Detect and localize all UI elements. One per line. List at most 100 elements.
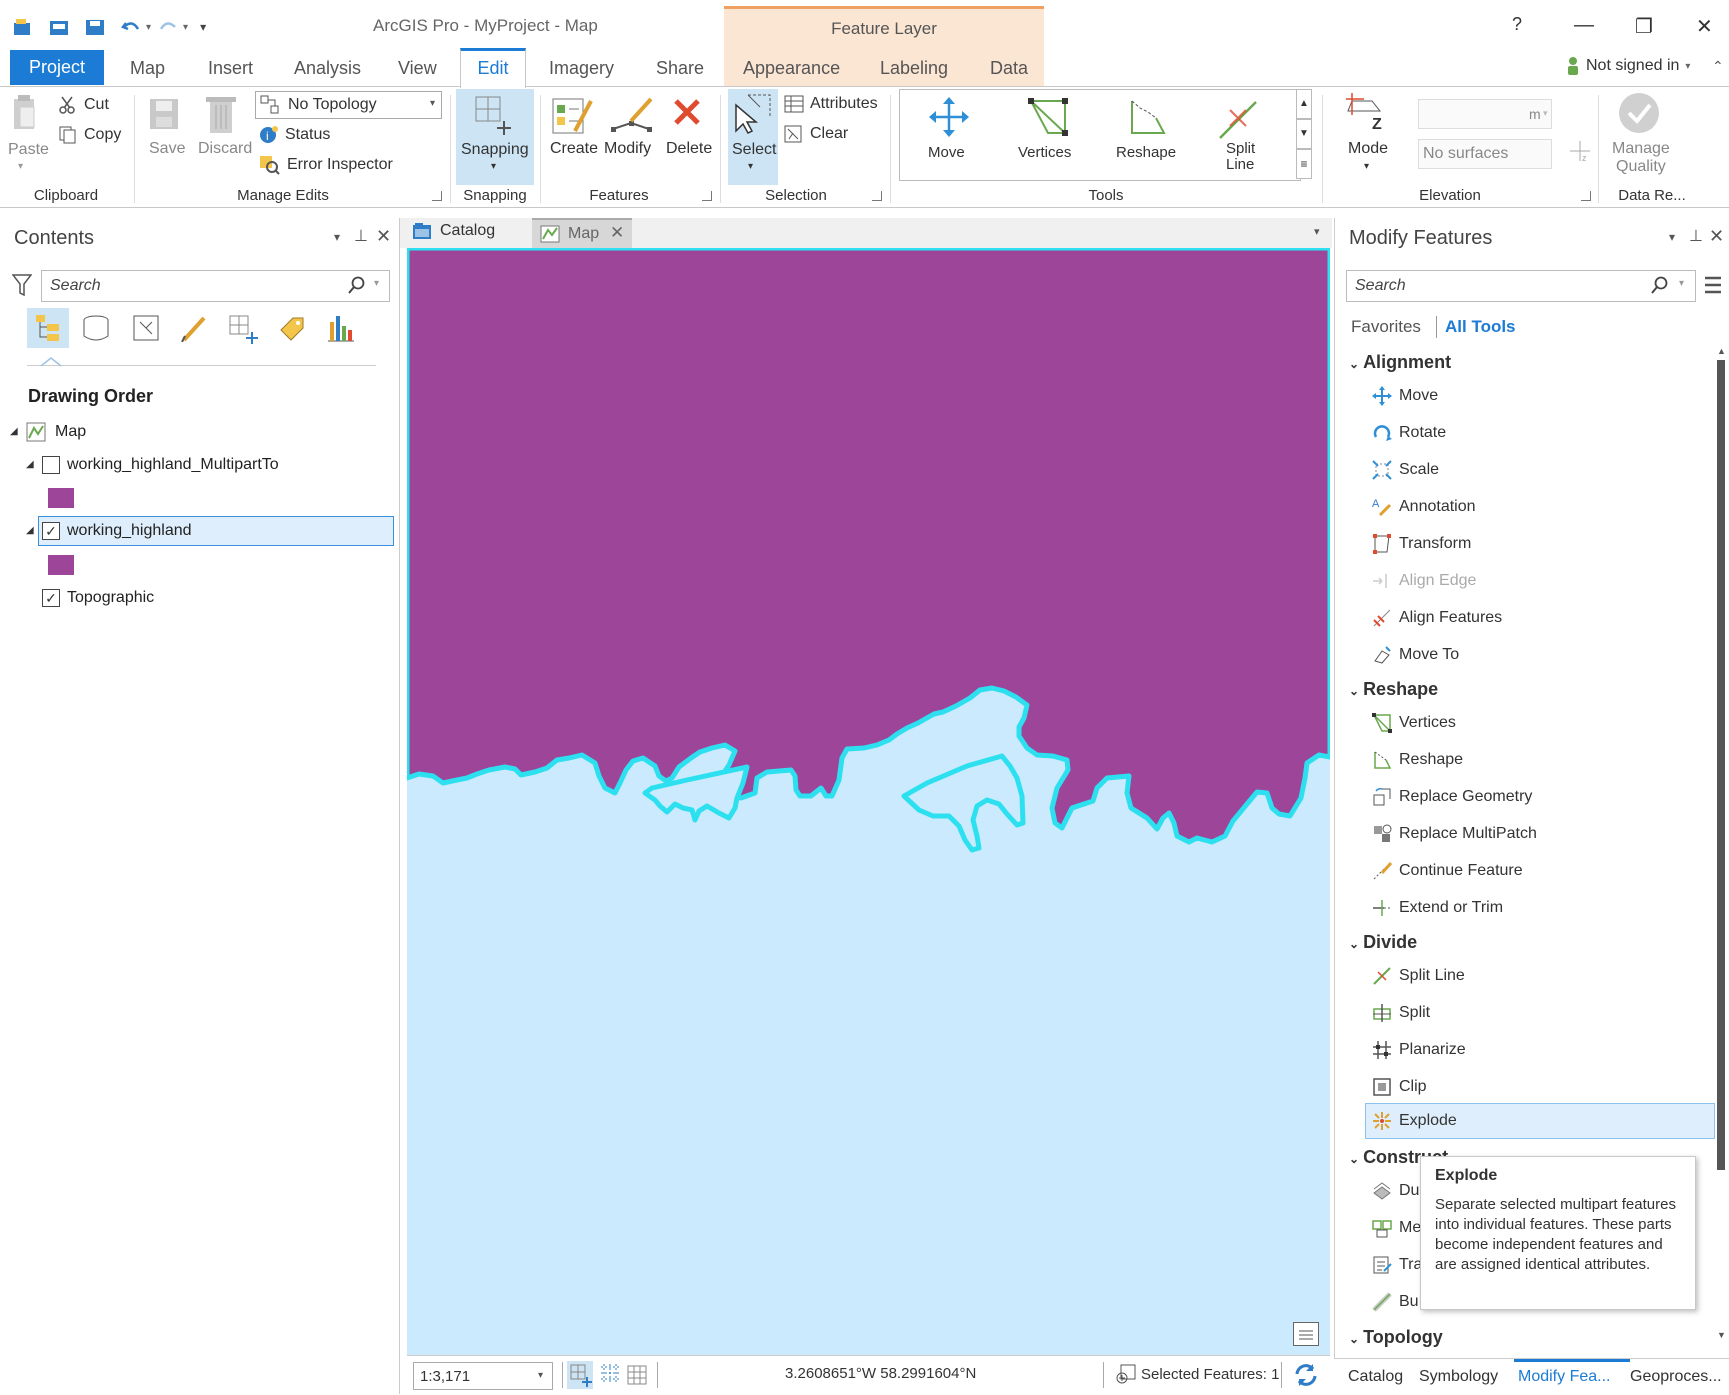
tool-buffer[interactable]: Bu [1371,1287,1419,1317]
tool-merge[interactable]: Me [1371,1213,1421,1243]
tool-duplicate[interactable]: Du [1371,1176,1419,1206]
new-project-icon[interactable] [12,17,34,37]
layer-working-highland-multipartto[interactable]: working_highland_MultipartTo [67,456,279,474]
grid-snap-icon[interactable] [597,1361,623,1389]
pin-icon[interactable]: ⊥ [354,226,368,246]
layer-map[interactable]: Map [55,423,86,441]
cut-button[interactable]: Cut [58,95,109,115]
filter-icon[interactable] [12,274,32,296]
layer-visibility-checkbox[interactable] [42,456,60,474]
tab-analysis[interactable]: Analysis [294,58,361,79]
collapse-ribbon-icon[interactable]: ⌃ [1712,58,1724,75]
map-scale-select[interactable]: 1:3,171 ▾ [413,1362,553,1390]
tool-split-line[interactable]: Split Line [1371,961,1465,991]
snapping-toggle-icon[interactable] [567,1361,593,1389]
discard-edits-icon[interactable] [204,93,238,135]
close-pane-icon[interactable]: ✕ [1709,226,1724,247]
tool-replace-multipatch[interactable]: Replace MultiPatch [1371,819,1537,849]
tool-vertices[interactable]: Vertices [1371,708,1456,738]
tab-insert[interactable]: Insert [208,58,253,79]
tool-reshape[interactable]: Reshape [1371,745,1463,775]
scroll-down-icon[interactable]: ▼ [1717,1330,1726,1340]
tabs-menu-icon[interactable]: ▾ [1314,225,1320,238]
tool-move[interactable]: Move [1371,381,1438,411]
features-launcher-icon[interactable] [702,191,712,201]
list-by-snapping-icon[interactable] [228,314,258,344]
surface-select[interactable]: No surfaces [1418,139,1552,169]
tab-view[interactable]: View [398,58,437,79]
tab-labeling[interactable]: Labeling [880,58,948,79]
attribute-table-icon[interactable] [1293,1322,1319,1346]
manage-quality-icon[interactable] [1617,91,1661,135]
tool-planarize[interactable]: Planarize [1371,1035,1466,1065]
layer-symbol-swatch[interactable] [48,555,74,575]
map-canvas[interactable] [407,248,1330,1355]
manage-quality-label-2[interactable]: Quality [1616,158,1666,176]
split-line-tool[interactable]: Split Line [1204,94,1274,178]
open-project-icon[interactable] [48,17,70,37]
copy-button[interactable]: Copy [58,125,121,145]
vertices-tool[interactable]: Vertices [1010,94,1086,174]
create-features-icon[interactable] [551,95,593,137]
paste-button[interactable]: Paste [8,141,49,159]
expand-layer-icon[interactable]: ◢ [26,525,34,536]
paste-dropdown-icon[interactable]: ▾ [18,161,23,172]
discard-button[interactable]: Discard [198,140,252,158]
favorites-link[interactable]: Favorites [1351,317,1421,337]
layer-symbol-swatch[interactable] [48,488,74,508]
tab-imagery[interactable]: Imagery [549,58,614,79]
grid-display-icon[interactable] [625,1361,651,1389]
scroll-up-icon[interactable]: ▲ [1717,346,1726,356]
layer-working-highland[interactable]: working_highland [67,522,192,540]
close-pane-icon[interactable]: ✕ [376,226,391,247]
tab-appearance[interactable]: Appearance [743,58,840,79]
mode-button[interactable]: Mode [1348,140,1388,158]
contents-search-input[interactable]: Search ▾ [41,270,390,302]
list-by-editing-icon[interactable] [180,314,208,342]
section-divide[interactable]: ⌄ Divide [1349,932,1417,953]
create-button[interactable]: Create [550,140,598,158]
selection-launcher-icon[interactable] [872,191,882,201]
attributes-button[interactable]: Attributes [784,95,878,113]
tool-transform[interactable]: Transform [1371,529,1471,559]
restore-button[interactable]: ❐ [1635,14,1653,39]
minimize-button[interactable]: — [1574,14,1594,37]
list-by-drawing-order-button[interactable] [27,308,69,348]
tools-scrollbar[interactable]: ▲ ▼ [1715,346,1727,1346]
tab-symbology-pane[interactable]: Symbology [1419,1368,1498,1386]
clear-selection-button[interactable]: Clear [784,125,848,143]
topology-select[interactable]: No Topology ▾ [255,91,442,119]
save-edits-icon[interactable] [148,95,182,135]
move-tool[interactable]: Move [918,94,978,174]
tool-align-features[interactable]: Align Features [1371,603,1502,633]
status-button[interactable]: i Status [259,125,330,145]
selected-features-indicator[interactable]: Selected Features: 1 [1115,1363,1279,1385]
pane-menu-icon[interactable]: ▾ [334,230,340,244]
tab-data[interactable]: Data [990,58,1028,79]
section-alignment[interactable]: ⌄ Alignment [1349,352,1451,373]
modify-search-input[interactable]: Search ▾ [1346,270,1696,302]
mode-dropdown-icon[interactable]: ▾ [1364,161,1369,172]
close-window-button[interactable]: ✕ [1696,14,1713,39]
elevation-z-icon[interactable]: z [1568,139,1592,163]
tool-align-edge[interactable]: Align Edge [1371,566,1476,596]
manage-edits-launcher-icon[interactable] [432,191,442,201]
gallery-scroll-down-icon[interactable]: ▼ [1296,119,1312,149]
layer-topographic[interactable]: Topographic [67,589,154,607]
elevation-mode-icon[interactable]: Z [1344,91,1388,135]
tab-project[interactable]: Project [10,50,104,85]
delete-icon[interactable] [672,97,702,127]
layer-visibility-checkbox[interactable]: ✓ [42,589,60,607]
tool-transfer[interactable]: Tra [1371,1250,1422,1280]
section-topology[interactable]: ⌄ Topology [1349,1327,1443,1348]
snapping-button[interactable]: Snapping ▾ [456,89,534,185]
gallery-scroll-up-icon[interactable]: ▲ [1296,89,1312,119]
expand-map-icon[interactable]: ◢ [10,426,18,437]
expand-layer-icon[interactable]: ◢ [26,459,34,470]
list-by-charts-icon[interactable] [326,314,356,342]
tool-move-to[interactable]: Move To [1371,640,1459,670]
customize-toolbar-icon[interactable]: ▾ [200,20,206,34]
error-inspector-button[interactable]: Error Inspector [259,155,393,175]
list-by-selection-icon[interactable] [132,314,160,342]
undo-dropdown-icon[interactable]: ▾ [146,22,151,33]
